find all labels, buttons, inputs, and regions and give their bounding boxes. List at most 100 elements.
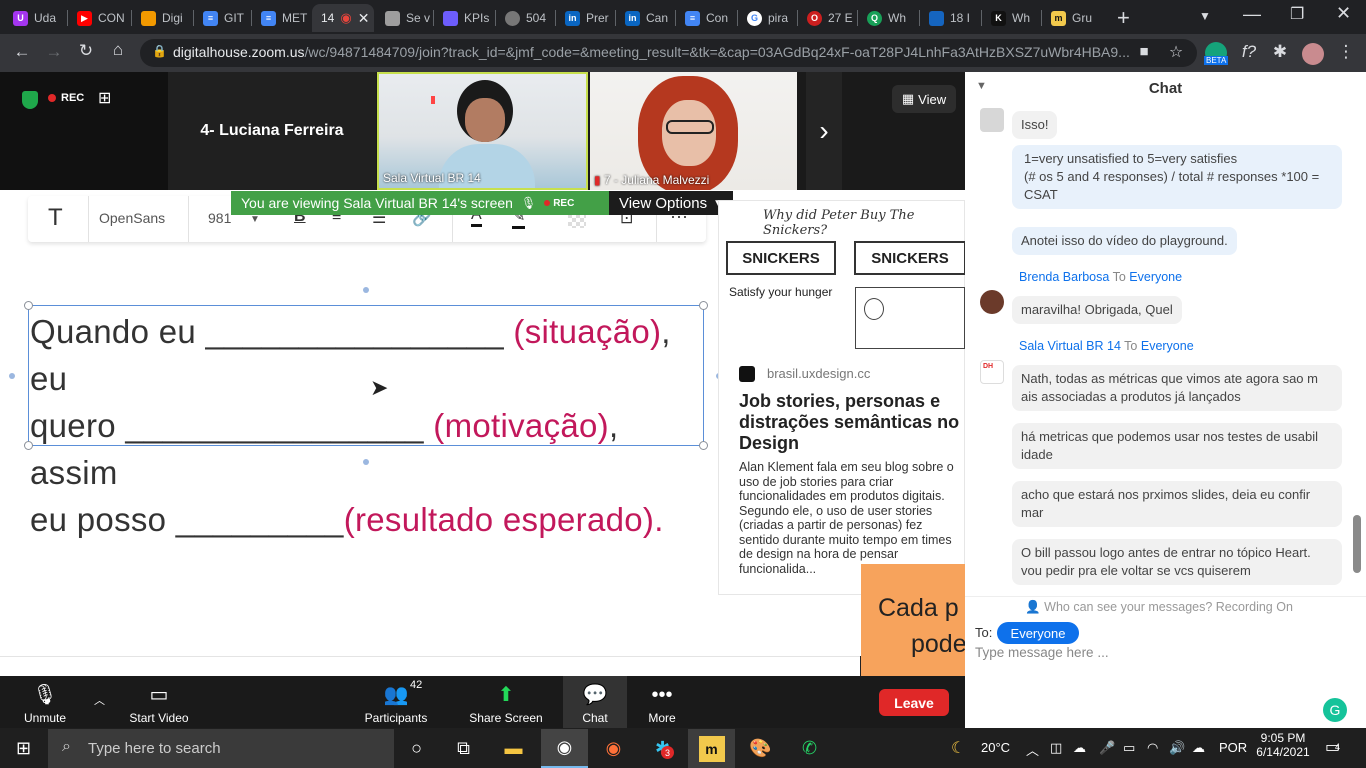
mic-off-icon: 🎙 [520, 196, 537, 210]
back-icon[interactable]: ← [10, 42, 34, 62]
active-speaker-tile[interactable]: 4- Luciana Ferreira [168, 72, 376, 190]
miro-app-icon[interactable]: m [698, 735, 725, 762]
docs-icon: ≡ [261, 10, 276, 26]
browser-tab[interactable]: KPIs [434, 4, 494, 32]
clock[interactable]: 9:05 PM 6/14/2021 [1253, 731, 1313, 759]
resize-handle[interactable] [699, 441, 708, 450]
sticky-note[interactable]: Cada p pode [861, 564, 965, 676]
browser-tab[interactable]: 504 [496, 4, 554, 32]
onedrive-icon[interactable]: ☁ [1073, 740, 1086, 756]
search-placeholder: Type here to search [88, 740, 221, 757]
browser-tab[interactable]: G pira [738, 4, 796, 32]
new-tab-icon[interactable]: + [1117, 5, 1130, 31]
next-videos-button[interactable]: › [806, 72, 842, 190]
browser-tab[interactable]: ▶ CON [68, 4, 130, 32]
unmute-button[interactable]: 🎙 Unmute [18, 676, 72, 728]
formula-extension-icon[interactable]: f? [1237, 42, 1261, 62]
message-line: mar [1021, 505, 1044, 520]
microphone-icon[interactable]: 🎤 [1099, 740, 1115, 756]
search-icon: ⌕ [62, 738, 71, 755]
start-video-button[interactable]: ▭ Start Video [124, 676, 194, 728]
close-window-icon[interactable]: ✕ [1336, 3, 1351, 24]
bookmark-star-icon[interactable]: ☆ [1164, 42, 1188, 62]
rec-label: REC [61, 92, 85, 104]
battery-icon[interactable]: ▭ [1123, 740, 1135, 756]
browser-tab[interactable]: ≡ MET [252, 4, 310, 32]
language-indicator[interactable]: POR [1219, 740, 1247, 755]
cloud-sync-icon[interactable]: ☁ [1192, 740, 1205, 756]
firefox-icon[interactable]: ◉ [590, 729, 637, 768]
more-button[interactable]: ••• More [642, 676, 682, 728]
avatar [980, 290, 1004, 314]
url-text[interactable]: digitalhouse.zoom.us/wc/94871484709/join… [173, 44, 1130, 60]
chevron-up-icon[interactable]: ︿ [94, 692, 105, 708]
side-handle[interactable] [9, 373, 15, 379]
profile-avatar[interactable] [1302, 43, 1324, 65]
wifi-icon[interactable]: ◠ [1147, 740, 1158, 756]
font-size-select[interactable]: 981 [208, 210, 231, 226]
restore-icon[interactable]: ❐ [1290, 4, 1304, 24]
chat-message: há metricas que podemos usar nos testes … [1012, 423, 1342, 469]
browser-tab[interactable]: U Uda [4, 4, 66, 32]
grammarly-icon[interactable]: G [1323, 698, 1347, 722]
chevron-down-icon[interactable]: ▼ [250, 214, 260, 225]
share-screen-icon: ⬆ [497, 684, 515, 706]
cortana-icon[interactable]: ○ [393, 729, 440, 768]
clock-time: 9:05 PM [1260, 731, 1306, 745]
camera-icon[interactable]: ■ [1132, 43, 1156, 60]
chrome-icon[interactable]: ◉ [541, 729, 588, 768]
browser-tab[interactable]: Digi [132, 4, 194, 32]
share-screen-button[interactable]: ⬆ Share Screen [466, 676, 546, 728]
browser-tab[interactable]: m Gru [1042, 4, 1104, 32]
browser-tab[interactable]: in Can [616, 4, 674, 32]
tab-label: Gru [1072, 11, 1093, 25]
whatsapp-icon[interactable]: ✆ [786, 729, 833, 768]
task-view-icon[interactable]: ⧉ [440, 729, 487, 768]
weather-icon[interactable]: ☾ [951, 738, 965, 758]
grid-view-icon[interactable]: ⊞ [98, 88, 111, 108]
menu-kebab-icon[interactable]: ⋮ [1334, 42, 1358, 62]
leave-button[interactable]: Leave [879, 689, 949, 716]
text-tool-icon[interactable]: T [48, 204, 63, 232]
forward-icon[interactable]: → [42, 42, 66, 62]
paint-icon[interactable]: 🎨 [737, 729, 784, 768]
tray-chevron-icon[interactable]: ︿ [1026, 740, 1039, 759]
chat-scrollbar[interactable] [1353, 515, 1361, 573]
browser-tab-active[interactable]: 14 ◉ ✕ [312, 4, 374, 32]
browser-tab[interactable]: Q Wh [858, 4, 918, 32]
browser-tab[interactable]: K Wh [982, 4, 1040, 32]
minimize-icon[interactable]: — [1243, 4, 1261, 25]
browser-tab[interactable]: in Prer [556, 4, 614, 32]
tab-search-icon[interactable]: ▼ [1199, 9, 1211, 23]
volume-icon[interactable]: 🔊 [1169, 740, 1185, 756]
chat-message-input[interactable]: Type message here ... [975, 645, 1109, 660]
placeholder-motivacao: (motivação) [433, 407, 609, 444]
font-family-select[interactable]: OpenSans [99, 210, 165, 226]
temperature-label[interactable]: 20°C [981, 740, 1010, 755]
reload-icon[interactable]: ↻ [74, 41, 98, 61]
resize-handle[interactable] [699, 301, 708, 310]
recipient-select[interactable]: Everyone [997, 622, 1079, 644]
video-tile-juliana[interactable]: ▮ 7 - Juliana Malvezzi [590, 72, 797, 190]
video-tile-sala-virtual[interactable]: Sala Virtual BR 14 [377, 72, 588, 190]
rotate-handle[interactable] [363, 287, 369, 293]
taskbar-search[interactable]: ⌕ Type here to search [48, 729, 394, 768]
browser-tab[interactable]: 18 I [920, 4, 980, 32]
meet-icon[interactable]: ◫ [1050, 740, 1062, 756]
job-story-text[interactable]: Quando eu ________________ (situação), e… [30, 308, 700, 543]
windows-start-icon[interactable]: ⊞ [0, 729, 47, 768]
chat-button[interactable]: 💬 Chat [563, 676, 627, 728]
browser-tab[interactable]: ≡ GIT [194, 4, 250, 32]
article-link-card[interactable]: Why did Peter Buy The Snickers? SNICKERS… [718, 200, 966, 595]
browser-tab[interactable]: Se v [376, 4, 432, 32]
home-icon[interactable]: ⌂ [106, 40, 130, 60]
view-button[interactable]: ▦ View [892, 85, 956, 113]
puzzle-icon[interactable]: ✱ [1268, 42, 1292, 62]
browser-tab[interactable]: ≡ Con [676, 4, 736, 32]
close-tab-icon[interactable]: ✕ [358, 10, 370, 27]
chat-icon: 💬 [582, 684, 608, 706]
file-explorer-icon[interactable]: ▬ [490, 729, 537, 768]
view-options-button[interactable]: View Options ▼ [609, 191, 733, 215]
who-can-see-notice[interactable]: 👤 Who can see your messages? Recording O… [965, 600, 1353, 615]
browser-tab[interactable]: O 27 E [798, 4, 856, 32]
